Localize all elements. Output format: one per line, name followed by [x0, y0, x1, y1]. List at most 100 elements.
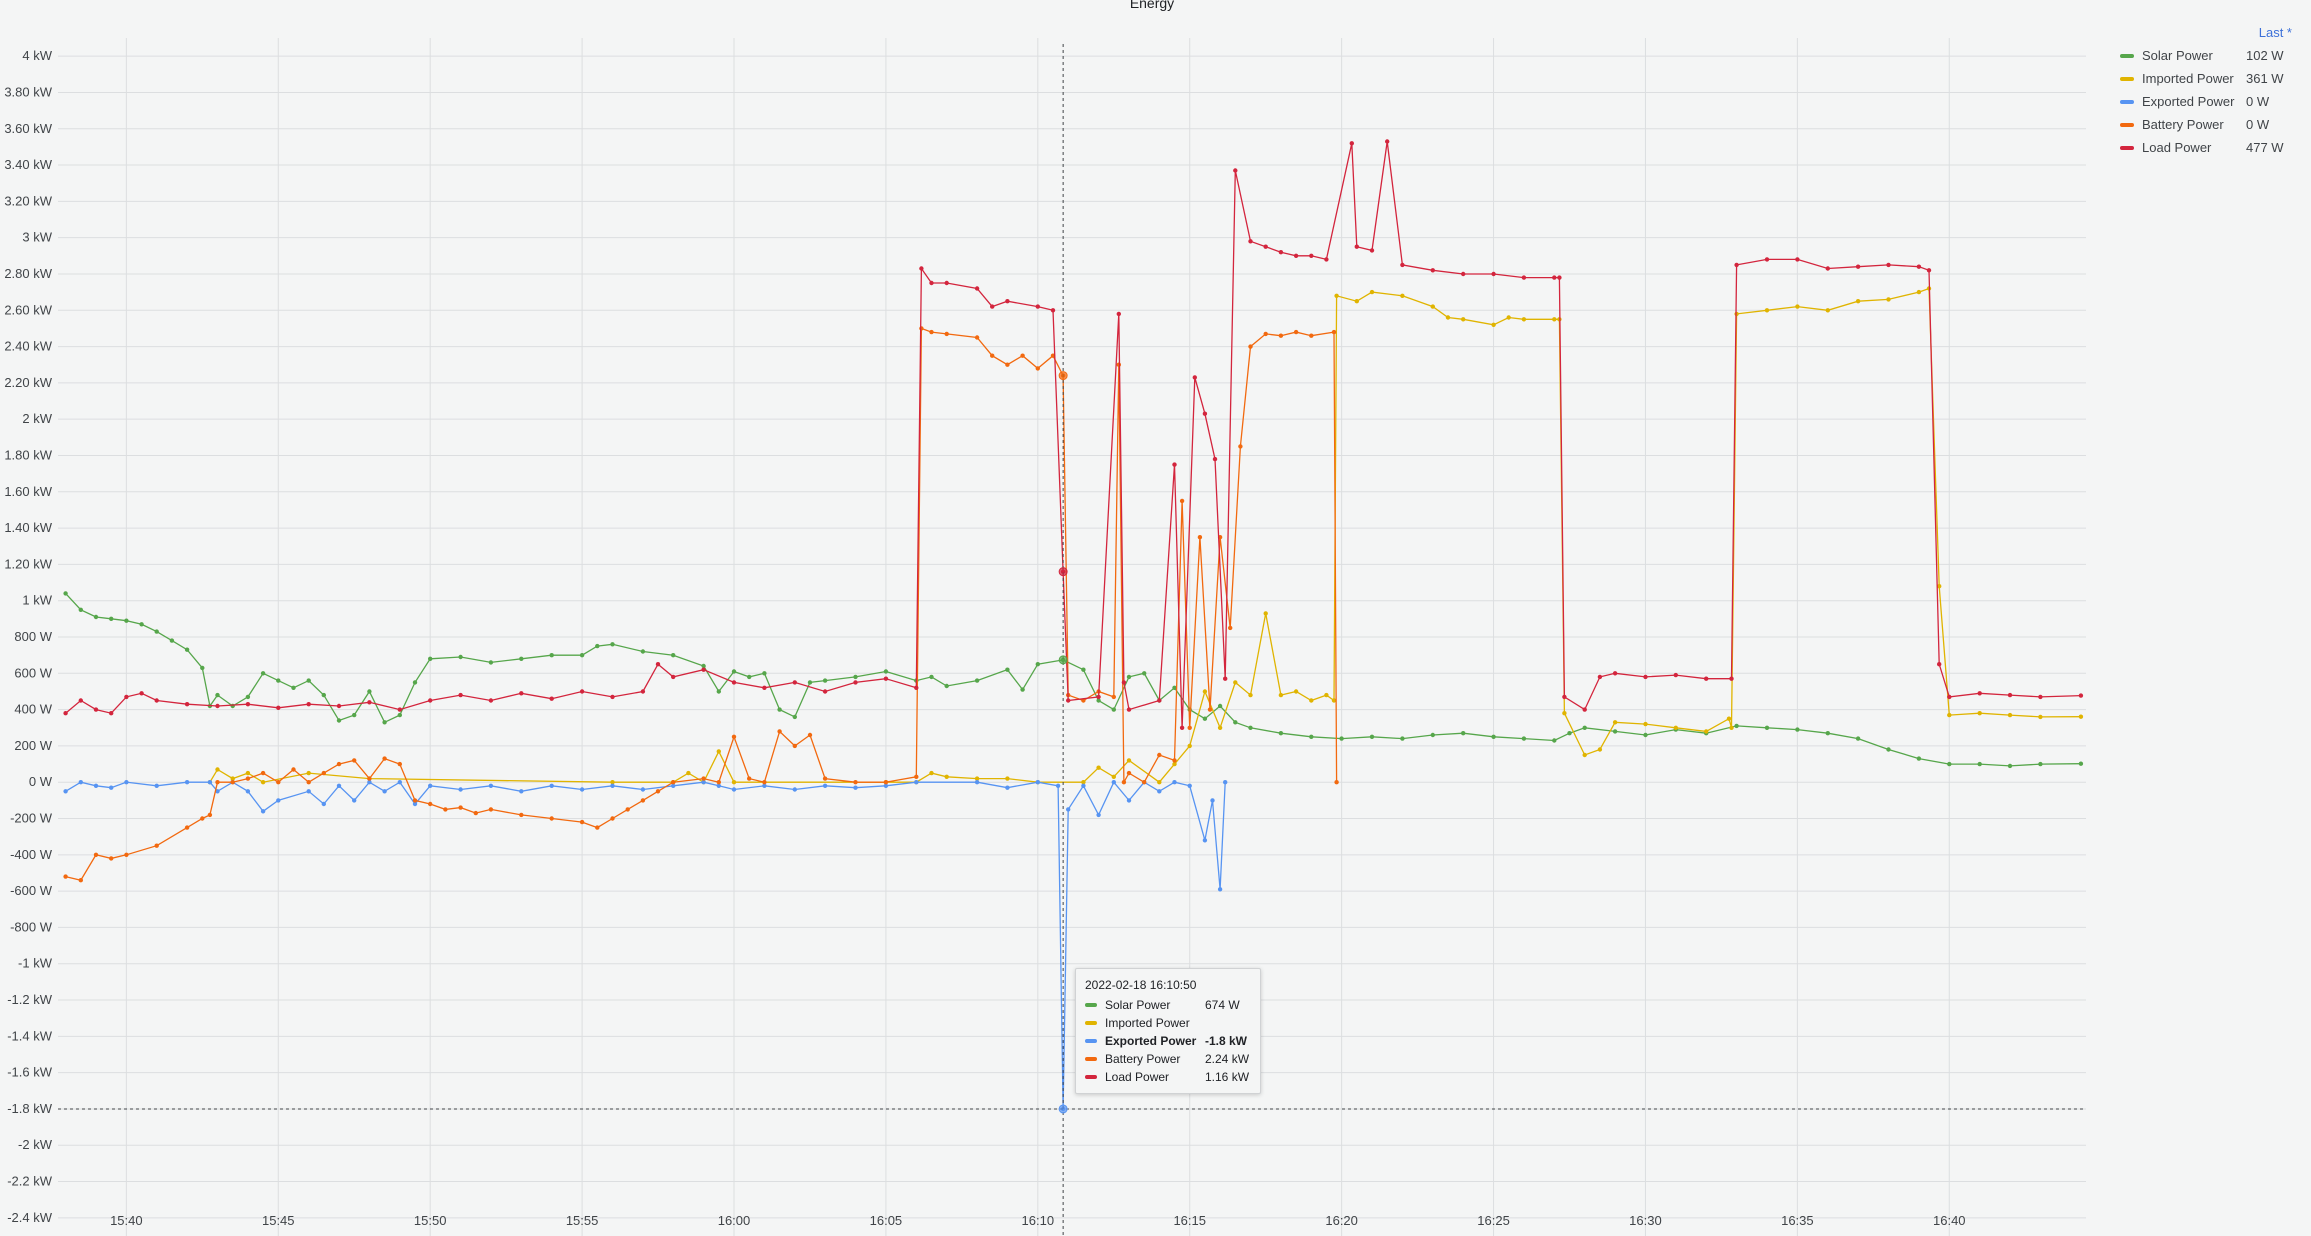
imported-power-point — [1491, 322, 1496, 327]
solar-power-point — [260, 671, 266, 676]
imported-power-point — [1278, 692, 1284, 698]
solar-power-point — [1764, 725, 1770, 730]
load-power-point — [1947, 694, 1952, 700]
battery-power-point — [1293, 329, 1299, 335]
imported-power-point — [1795, 304, 1800, 309]
battery-power-point — [1238, 444, 1243, 449]
exported-power-point — [336, 783, 342, 788]
x-tick-label: 16:20 — [1325, 1213, 1358, 1228]
y-tick-label: 3 kW — [22, 230, 52, 245]
y-tick-label: 4 kW — [22, 48, 52, 63]
battery-power-point — [595, 825, 600, 830]
tooltip-series-name: Battery Power — [1105, 1052, 1181, 1066]
solar-power-point — [336, 718, 342, 723]
battery-power-point — [1278, 333, 1284, 338]
legend-item[interactable]: Load Power 477 W — [2110, 136, 2300, 159]
solar-power-point — [549, 653, 554, 658]
tooltip: 2022-02-18 16:10:50 Solar Power 674 W Impo… — [1075, 968, 1261, 1094]
tooltip-row: Load Power 1.16 kW — [1076, 1068, 1260, 1086]
battery-power-point — [777, 729, 782, 734]
imported-power-point — [1855, 299, 1861, 304]
y-tick-label: 3.40 kW — [4, 157, 52, 172]
load-power-point — [1704, 676, 1709, 681]
solar-power-point — [1400, 736, 1405, 741]
solar-power-point — [1461, 731, 1466, 736]
battery-power-point — [109, 856, 114, 861]
battery-power-point — [1035, 366, 1041, 371]
load-power-point — [671, 674, 676, 680]
load-power-point — [109, 711, 114, 716]
solar-power-point — [716, 689, 721, 694]
load-power-point — [2007, 692, 2013, 698]
imported-power-point — [1126, 758, 1132, 763]
load-power-point — [655, 662, 661, 667]
y-tick-label: -1.2 kW — [7, 992, 53, 1007]
tooltip-series-name: Imported Power — [1105, 1016, 1190, 1030]
battery-power-point — [883, 780, 889, 785]
load-power-point — [93, 707, 99, 712]
legend-swatch — [2120, 76, 2134, 81]
solar-power-point — [1278, 731, 1284, 736]
imported-power-point — [1582, 752, 1587, 758]
imported-power-point — [1248, 692, 1253, 698]
battery-power-point — [1121, 780, 1127, 785]
legend-item[interactable]: Imported Power 361 W — [2110, 67, 2300, 90]
x-tick-label: 16:30 — [1629, 1213, 1662, 1228]
legend-sort-header[interactable]: Last * — [2110, 22, 2300, 44]
legend-item[interactable]: Battery Power 0 W — [2110, 113, 2300, 136]
battery-power-point — [919, 326, 924, 331]
load-power-point — [184, 702, 190, 707]
solar-power-point — [1248, 725, 1253, 730]
exported-power-point — [1096, 812, 1101, 818]
tooltip-value: 2.24 kW — [1205, 1052, 1250, 1066]
load-power-point — [1886, 262, 1891, 268]
solar-power-point — [1916, 756, 1922, 761]
load-power-series — [63, 139, 2084, 730]
solar-power-point — [63, 591, 68, 596]
tooltip-time: 2022-02-18 16:10:50 — [1085, 978, 1197, 992]
solar-power-point — [1233, 720, 1238, 725]
imported-power-point — [1825, 308, 1831, 313]
tooltip-row: Battery Power 2.24 kW — [1076, 1050, 1260, 1068]
solar-power-point — [321, 692, 326, 698]
battery-power-point — [184, 825, 190, 830]
legend-item[interactable]: Exported Power 0 W — [2110, 90, 2300, 113]
battery-power-point — [929, 329, 934, 335]
imported-power-point — [1726, 716, 1732, 721]
x-tick-label: 16:40 — [1933, 1213, 1966, 1228]
x-tick-label: 16:15 — [1173, 1213, 1206, 1228]
solar-power-point — [822, 678, 828, 683]
load-power-point — [1795, 257, 1800, 262]
battery-power-point — [549, 816, 554, 821]
load-power-point — [1430, 268, 1436, 273]
solar-power-point — [853, 674, 858, 680]
battery-power-point — [306, 780, 311, 785]
solar-power-point — [610, 642, 615, 647]
exported-power-point — [914, 780, 919, 785]
imported-power-point — [1552, 317, 1557, 322]
solar-power-point — [1977, 761, 1982, 767]
load-power-point — [1116, 311, 1122, 317]
battery-power-point — [397, 761, 402, 767]
battery-power-point — [822, 776, 828, 781]
y-tick-label: 800 W — [14, 629, 52, 644]
battery-power-point — [762, 780, 767, 785]
chart-title: Energy — [1130, 0, 1174, 11]
exported-power-point — [1005, 785, 1010, 790]
imported-power-point — [1461, 317, 1466, 322]
load-power-point — [974, 286, 980, 291]
load-power-point — [1096, 694, 1101, 700]
legend-item[interactable]: Solar Power 102 W — [2110, 44, 2300, 67]
imported-power-point — [1977, 711, 1982, 716]
exported-power-series — [63, 780, 1228, 1112]
legend-last-value: 0 W — [2246, 117, 2270, 132]
solar-power-point — [1126, 674, 1132, 680]
exported-power-point — [1172, 780, 1177, 785]
exported-power-point — [397, 780, 402, 785]
exported-power-point — [1055, 783, 1061, 788]
solar-power-point — [1886, 747, 1891, 752]
solar-power-point — [1567, 731, 1572, 736]
solar-power-point — [397, 712, 402, 718]
load-power-point — [1248, 239, 1253, 244]
legend-series-name: Exported Power — [2142, 94, 2235, 109]
